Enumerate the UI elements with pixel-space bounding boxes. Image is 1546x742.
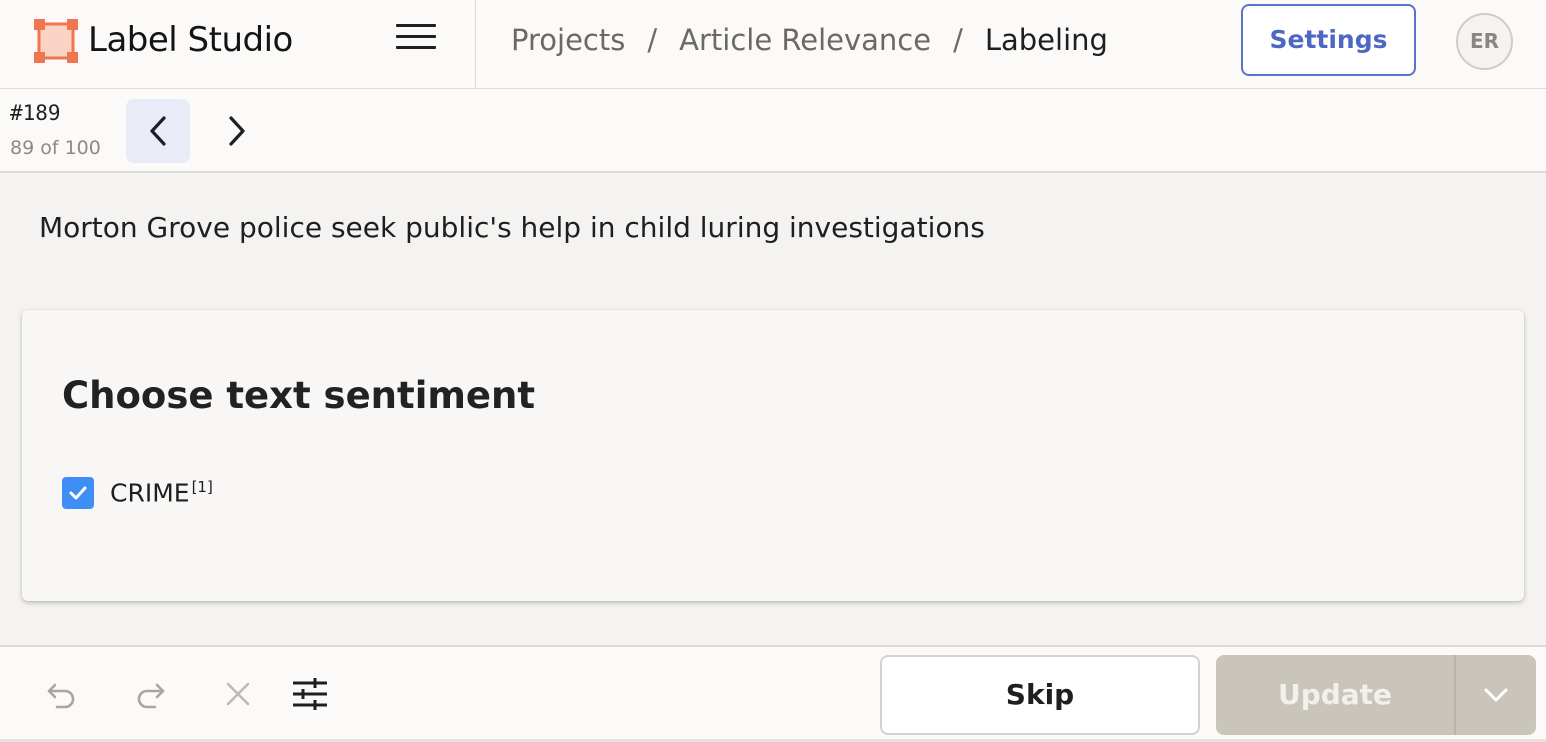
breadcrumb-current: Labeling xyxy=(984,23,1108,57)
task-navigation-bar: #189 89 of 100 xyxy=(0,89,1546,173)
chevron-left-icon xyxy=(150,116,166,146)
choices-panel: Choose text sentiment CRIME [1] xyxy=(22,310,1524,601)
undo-button[interactable] xyxy=(42,674,82,714)
choice-crime[interactable]: CRIME [1] xyxy=(62,477,213,509)
hamburger-menu-icon[interactable] xyxy=(396,24,436,60)
settings-button[interactable]: Settings xyxy=(1241,4,1416,76)
reset-button[interactable] xyxy=(218,674,258,714)
choice-label-text: CRIME xyxy=(110,478,190,508)
redo-button[interactable] xyxy=(130,674,170,714)
top-navigation-bar: Label Studio Projects / Article Relevance /… xyxy=(0,0,1546,89)
bottom-action-bar: Skip Update xyxy=(0,645,1546,742)
skip-button[interactable]: Skip xyxy=(880,655,1200,735)
previous-task-button[interactable] xyxy=(126,99,190,163)
breadcrumb-separator: / xyxy=(647,23,658,57)
next-task-button[interactable] xyxy=(205,99,269,163)
choice-label: CRIME [1] xyxy=(110,478,213,507)
checkmark-icon xyxy=(69,486,87,500)
task-position: 89 of 100 xyxy=(10,137,101,159)
sliders-icon xyxy=(293,678,327,710)
settings-sliders-button[interactable] xyxy=(290,674,330,714)
undo-icon xyxy=(47,683,75,709)
chevron-down-icon xyxy=(1484,688,1508,702)
update-button[interactable]: Update xyxy=(1216,655,1454,735)
choice-checkbox[interactable] xyxy=(62,477,94,509)
breadcrumb-separator: / xyxy=(953,23,963,57)
task-text: Morton Grove police seek public's help i… xyxy=(39,211,985,244)
app-brand-name: Label Studio xyxy=(88,20,293,60)
header-divider xyxy=(475,0,476,89)
choice-hotkey: [1] xyxy=(191,478,213,497)
task-id: #189 xyxy=(10,101,61,125)
close-icon xyxy=(226,682,250,706)
user-avatar[interactable]: ER xyxy=(1456,13,1513,70)
label-studio-logo-icon xyxy=(34,19,78,63)
breadcrumb-projects[interactable]: Projects xyxy=(511,23,625,57)
chevron-right-icon xyxy=(229,116,245,146)
question-heading: Choose text sentiment xyxy=(62,374,536,417)
redo-icon xyxy=(137,683,165,709)
labeling-area: Morton Grove police seek public's help i… xyxy=(0,173,1546,645)
update-options-button[interactable] xyxy=(1454,655,1536,735)
breadcrumb: Projects / Article Relevance / Labeling xyxy=(511,23,1108,57)
breadcrumb-project-name[interactable]: Article Relevance xyxy=(679,23,931,57)
